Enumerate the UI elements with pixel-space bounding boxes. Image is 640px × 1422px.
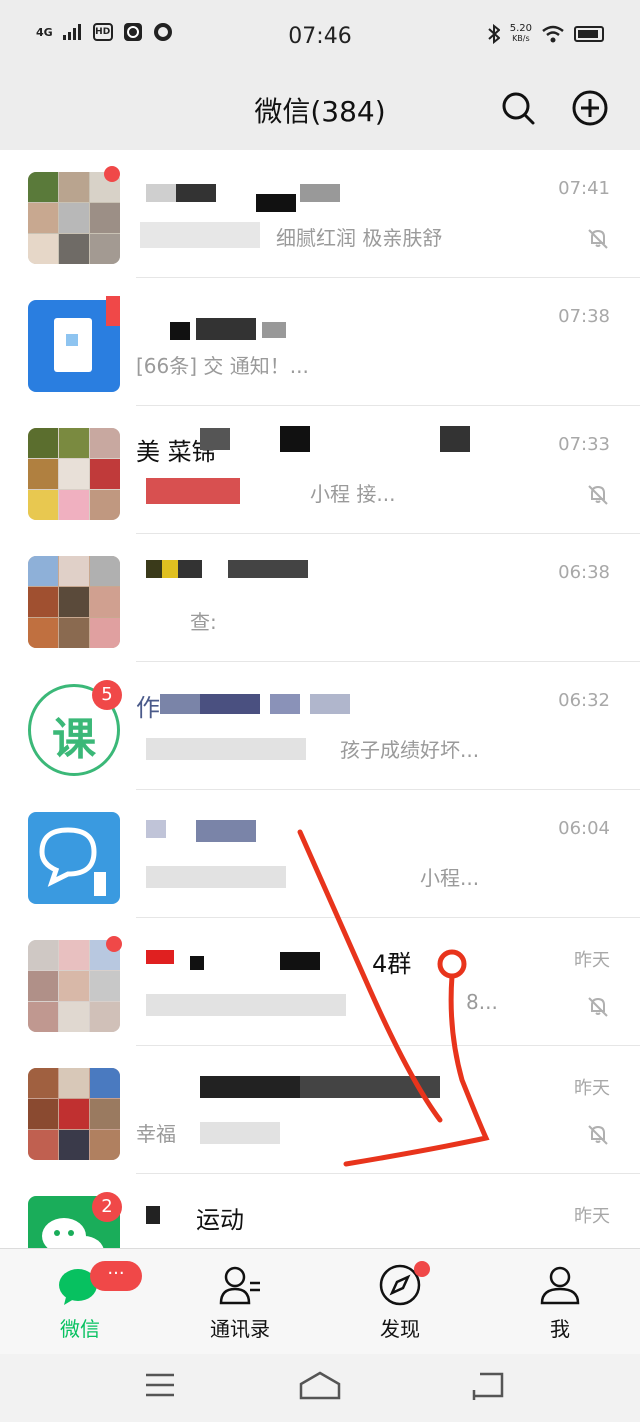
tab-label: 通讯录: [210, 1317, 270, 1341]
chat-app-avatar: [28, 812, 120, 904]
app-header: 微信(384): [0, 72, 640, 150]
chat-row[interactable]: 幸福 昨天: [0, 1046, 640, 1174]
person-icon: [540, 1266, 580, 1305]
chat-time: 06:32: [558, 690, 610, 711]
chat-name: 作: [136, 694, 160, 722]
unread-count-badge: 2: [92, 1192, 122, 1222]
chat-bubble-icon: [39, 827, 106, 896]
chat-row[interactable]: 4群 8... 昨天: [0, 918, 640, 1046]
tab-me[interactable]: 我: [480, 1249, 640, 1355]
page-title: 微信(384): [254, 95, 386, 128]
chat-row[interactable]: [66条] 交 通知！... 07:38: [0, 278, 640, 406]
chat-name: 4群: [372, 950, 412, 978]
unread-dot: [106, 296, 120, 326]
group-avatar: [28, 428, 120, 520]
home-icon[interactable]: [298, 1370, 342, 1400]
chat-tab-badge: ···: [90, 1261, 142, 1291]
chat-time: 06:38: [558, 562, 610, 583]
tab-label: 微信: [60, 1317, 100, 1341]
net-speed: 5.20 KB/s: [509, 23, 532, 44]
mute-bell-icon: [588, 229, 608, 249]
chat-row[interactable]: 小程... 06:04: [0, 790, 640, 918]
chat-time: 07:41: [558, 178, 610, 199]
bluetooth-icon: [488, 24, 500, 44]
chat-preview: 8...: [466, 990, 498, 1014]
chat-time: 昨天: [574, 950, 610, 971]
chat-row[interactable]: 查: 06:38: [0, 534, 640, 662]
tab-chats[interactable]: ··· 微信: [0, 1249, 160, 1355]
tab-discover[interactable]: 发现: [320, 1249, 480, 1355]
mute-bell-icon: [588, 1125, 608, 1145]
chat-time: 昨天: [574, 1206, 610, 1227]
status-bar: 4G HD 07:46 5.20 KB/s: [0, 0, 640, 72]
chat-row[interactable]: 美 菜锦 小程 接... 07:33: [0, 406, 640, 534]
chat-preview: [66条] 交 通知！...: [136, 354, 309, 378]
chat-row[interactable]: 细腻红润 极亲肤舒 07:41: [0, 150, 640, 278]
back-icon[interactable]: [470, 1370, 506, 1400]
plus-circle-icon[interactable]: [572, 90, 608, 126]
chat-list[interactable]: 细腻红润 极亲肤舒 07:41 [66条] 交 通知！... 07:38 美 菜…: [0, 150, 640, 1248]
chat-time: 07:38: [558, 306, 610, 327]
chat-preview: 小程 接...: [310, 482, 396, 506]
status-right-icons: 5.20 KB/s: [488, 24, 604, 44]
chat-name: 运动: [196, 1206, 244, 1234]
chat-time: 昨天: [574, 1078, 610, 1099]
unread-dot: [106, 936, 122, 952]
battery-icon: [574, 26, 604, 42]
tab-label: 我: [550, 1317, 570, 1341]
search-icon[interactable]: [500, 90, 536, 126]
group-avatar: [28, 1068, 120, 1160]
chat-preview: 细腻红润 极亲肤舒: [276, 226, 443, 250]
unread-dot: [104, 166, 120, 182]
unread-count-badge: 5: [92, 680, 122, 710]
chat-preview: 幸福: [136, 1122, 176, 1146]
system-nav-bar: [0, 1354, 640, 1422]
tab-label: 发现: [380, 1317, 420, 1341]
bottom-tab-bar: ··· 微信 通讯录 发现 我: [0, 1248, 640, 1355]
wifi-icon: [542, 25, 564, 43]
contacts-icon: [219, 1266, 260, 1305]
chat-row[interactable]: 课 5 作 孩子成绩好坏... 06:32: [0, 662, 640, 790]
mute-bell-icon: [588, 997, 608, 1017]
chat-preview: 查:: [190, 610, 217, 634]
chat-row[interactable]: 2 运动 昨天: [0, 1174, 640, 1248]
group-avatar: [28, 172, 120, 264]
chat-preview: 孩子成绩好坏...: [340, 738, 480, 762]
menu-icon[interactable]: [144, 1372, 176, 1398]
mute-bell-icon: [588, 485, 608, 505]
chat-preview: 小程...: [420, 866, 480, 890]
tab-contacts[interactable]: 通讯录: [160, 1249, 320, 1355]
group-avatar: [28, 940, 120, 1032]
discover-unread-dot: [414, 1261, 430, 1277]
group-avatar: [28, 556, 120, 648]
chat-time: 07:33: [558, 434, 610, 455]
chat-time: 06:04: [558, 818, 610, 839]
course-avatar-text: 课: [52, 714, 96, 765]
